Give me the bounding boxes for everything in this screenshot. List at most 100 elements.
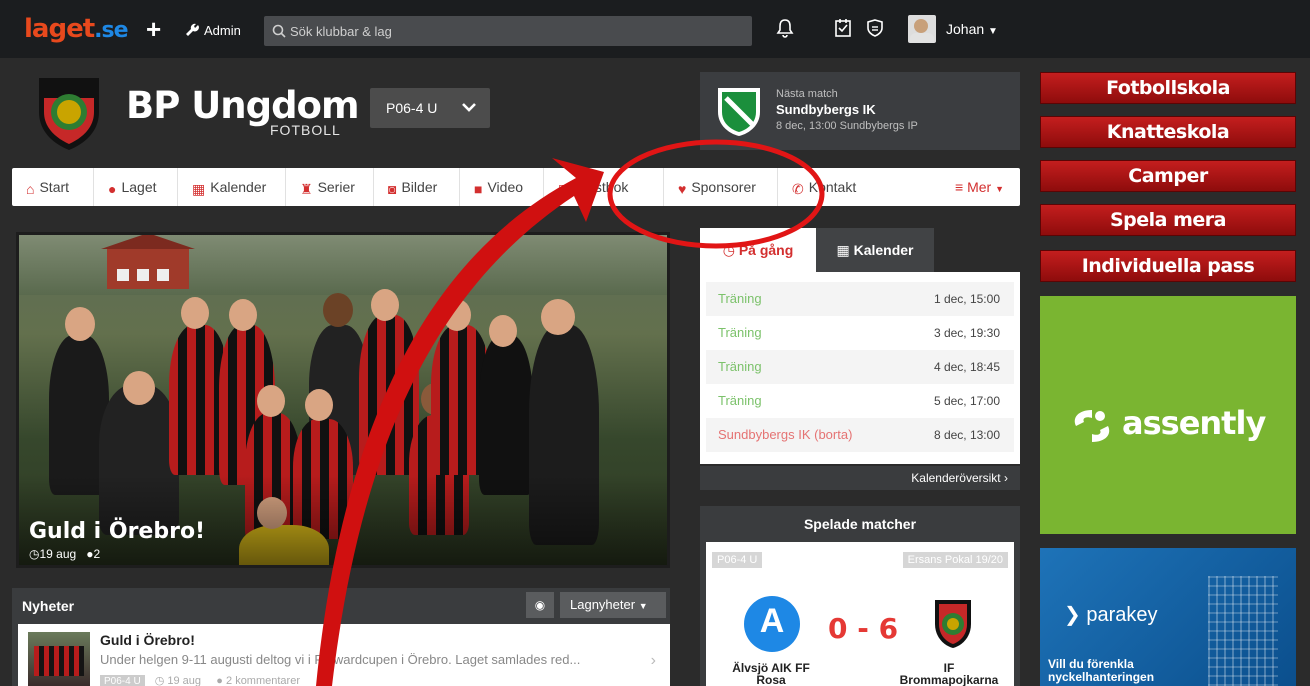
- rss-icon[interactable]: ◉: [526, 592, 554, 618]
- cup-tag: Ersans Pokal 19/20: [902, 552, 1008, 568]
- featured-news-meta: ◷19 aug ●2: [29, 547, 101, 561]
- search-input[interactable]: [290, 16, 740, 46]
- news-item-excerpt: Under helgen 9-11 augusti deltog vi i Fo…: [100, 652, 581, 667]
- nav-bilder[interactable]: ◙ Bilder: [374, 168, 460, 206]
- building-graphic: [1208, 576, 1278, 686]
- search-box[interactable]: [264, 16, 752, 46]
- next-match-info: 8 dec, 13:00 Sundbybergs IP: [776, 120, 918, 132]
- trophy-icon: ♜: [300, 181, 313, 197]
- clock-icon: ◷: [722, 242, 735, 258]
- home-icon: ⌂: [26, 181, 35, 197]
- admin-button[interactable]: Admin: [184, 22, 241, 38]
- wrench-icon: [186, 23, 199, 36]
- laget-logo[interactable]: laget.se: [24, 14, 129, 44]
- played-matches-panel: Spelade matcher P06-4 U Ersans Pokal 19/…: [700, 506, 1020, 686]
- away-team-name: IF Brommapojkarna: [899, 661, 999, 686]
- chevron-right-icon: ›: [1004, 471, 1008, 485]
- club-crest-icon[interactable]: [34, 72, 104, 152]
- ad-camper[interactable]: Camper: [1040, 160, 1296, 192]
- away-team-crest-icon: [935, 600, 971, 648]
- news-section: Nyheter ◉ Lagnyheter ▼ Guld i Örebro! Un…: [12, 588, 670, 686]
- match-result-card[interactable]: P06-4 U Ersans Pokal 19/20 0 - 6 Älvsjö …: [706, 542, 1014, 686]
- nav-kalender[interactable]: ▦ Kalender: [178, 168, 286, 206]
- tab-kalender[interactable]: ▦ Kalender: [816, 228, 934, 272]
- house-graphic: [101, 235, 195, 289]
- list-item[interactable]: Träning 3 dec, 19:30: [706, 316, 1014, 350]
- caret-down-icon: ▼: [988, 26, 998, 37]
- ad-parakey[interactable]: ❯ parakey Vill du förenkla nyckelhanteri…: [1040, 548, 1296, 686]
- ad-fotbollskola[interactable]: Fotbollskola: [1040, 72, 1296, 104]
- avatar[interactable]: [908, 15, 936, 43]
- search-icon: [272, 24, 286, 38]
- nav-start[interactable]: ⌂ Start: [12, 168, 94, 206]
- nav-video[interactable]: ■ Video: [460, 168, 544, 206]
- nav-more-menu[interactable]: ≡ Mer ▼: [955, 168, 1004, 206]
- news-list-item[interactable]: Guld i Örebro! Under helgen 9-11 augusti…: [18, 624, 670, 686]
- nav-laget[interactable]: ● Laget: [94, 168, 178, 206]
- team-select-dropdown[interactable]: P06-4 U: [370, 88, 490, 128]
- chevron-down-icon: [462, 103, 476, 112]
- list-item[interactable]: Sundbybergs IK (borta) 8 dec, 13:00: [706, 418, 1014, 452]
- news-filter-dropdown[interactable]: Lagnyheter ▼: [560, 592, 666, 618]
- news-thumbnail: [28, 632, 90, 686]
- ad-spela-mera[interactable]: Spela mera: [1040, 204, 1296, 236]
- ad-individuella-pass[interactable]: Individuella pass: [1040, 250, 1296, 282]
- assently-logo-icon: [1074, 410, 1110, 442]
- checklist-icon[interactable]: [834, 18, 852, 38]
- played-matches-heading: Spelade matcher: [803, 516, 917, 532]
- user-menu[interactable]: Johan ▼: [946, 21, 998, 37]
- list-item[interactable]: Träning 1 dec, 15:00: [706, 282, 1014, 316]
- hamburger-icon: ≡: [955, 179, 964, 195]
- assently-text: assently: [1122, 404, 1266, 442]
- news-item-meta: P06-4 U ◷ 19 aug ● 2 kommentarer: [100, 674, 300, 686]
- match-score: 0 - 6: [828, 612, 899, 645]
- bell-icon[interactable]: [776, 18, 794, 38]
- schedule-list: Träning 1 dec, 15:00 Träning 3 dec, 19:30 …: [700, 272, 1020, 464]
- team-sport: FOTBOLL: [270, 122, 341, 138]
- tab-pa-gang[interactable]: ◷ På gång: [700, 228, 816, 272]
- heart-icon: ♥: [678, 181, 687, 197]
- user-icon: ●: [108, 181, 117, 197]
- caret-down-icon: ▼: [995, 184, 1004, 194]
- schedule-panel: ◷ På gång ▦ Kalender Träning 1 dec, 15:00…: [700, 228, 1020, 464]
- list-item[interactable]: Träning 4 dec, 18:45: [706, 350, 1014, 384]
- phone-icon: ✆: [792, 181, 804, 197]
- nav-sponsorer[interactable]: ♥ Sponsorer: [664, 168, 778, 206]
- home-team-name: Älvsjö AIK FF Rosa: [732, 661, 810, 686]
- clock-icon: ◷: [154, 675, 165, 686]
- nav-gastbok[interactable]: ▤ Gästbok: [544, 168, 664, 206]
- nav-serier[interactable]: ♜ Serier: [286, 168, 374, 206]
- add-button[interactable]: +: [146, 14, 161, 45]
- ad-assently[interactable]: assently: [1040, 296, 1296, 534]
- video-icon: ■: [474, 181, 483, 197]
- parakey-icon: ❯: [1064, 604, 1081, 626]
- camera-icon: ◙: [388, 181, 397, 197]
- calendar-icon: ▦: [192, 181, 206, 197]
- team-select-value: P06-4 U: [386, 100, 438, 116]
- clock-icon: ◷: [29, 547, 40, 561]
- admin-label: Admin: [204, 23, 241, 38]
- parakey-tagline: Vill du förenkla nyckelhanteringen: [1048, 657, 1155, 684]
- nav-kontakt[interactable]: ✆ Kontakt: [778, 168, 878, 206]
- book-icon: ▤: [558, 181, 572, 197]
- ad-knatteskola[interactable]: Knatteskola: [1040, 116, 1296, 148]
- list-item[interactable]: Träning 5 dec, 17:00: [706, 384, 1014, 418]
- featured-news-image[interactable]: Guld i Örebro! ◷19 aug ●2: [16, 232, 670, 568]
- featured-news-title[interactable]: Guld i Örebro!: [29, 519, 205, 544]
- shield-icon[interactable]: [866, 18, 884, 38]
- next-match-team: Sundbybergs IK: [776, 102, 876, 117]
- parakey-brand: ❯ parakey: [1064, 604, 1158, 626]
- calendar-icon: ▦: [836, 242, 850, 258]
- team-tag: P06-4 U: [100, 675, 145, 686]
- team-header: BP Ungdom FOTBOLL P06-4 U Nästa match Su…: [14, 70, 1020, 166]
- next-match-card[interactable]: Nästa match Sundbybergs IK 8 dec, 13:00 …: [700, 72, 1020, 150]
- calendar-overview-link[interactable]: Kalenderöversikt ›: [700, 466, 1020, 490]
- comment-icon: ●: [216, 675, 223, 686]
- news-item-title: Guld i Örebro!: [100, 632, 195, 648]
- team-title: BP Ungdom: [126, 84, 360, 127]
- home-team-crest-icon: [744, 596, 800, 652]
- next-match-label: Nästa match: [776, 88, 838, 100]
- top-bar: laget.se + Admin Johan ▼: [0, 0, 1310, 58]
- chevron-right-icon: ›: [650, 652, 656, 669]
- main-nav: ⌂ Start ● Laget ▦ Kalender ♜ Serier ◙ Bilder …: [12, 168, 1020, 206]
